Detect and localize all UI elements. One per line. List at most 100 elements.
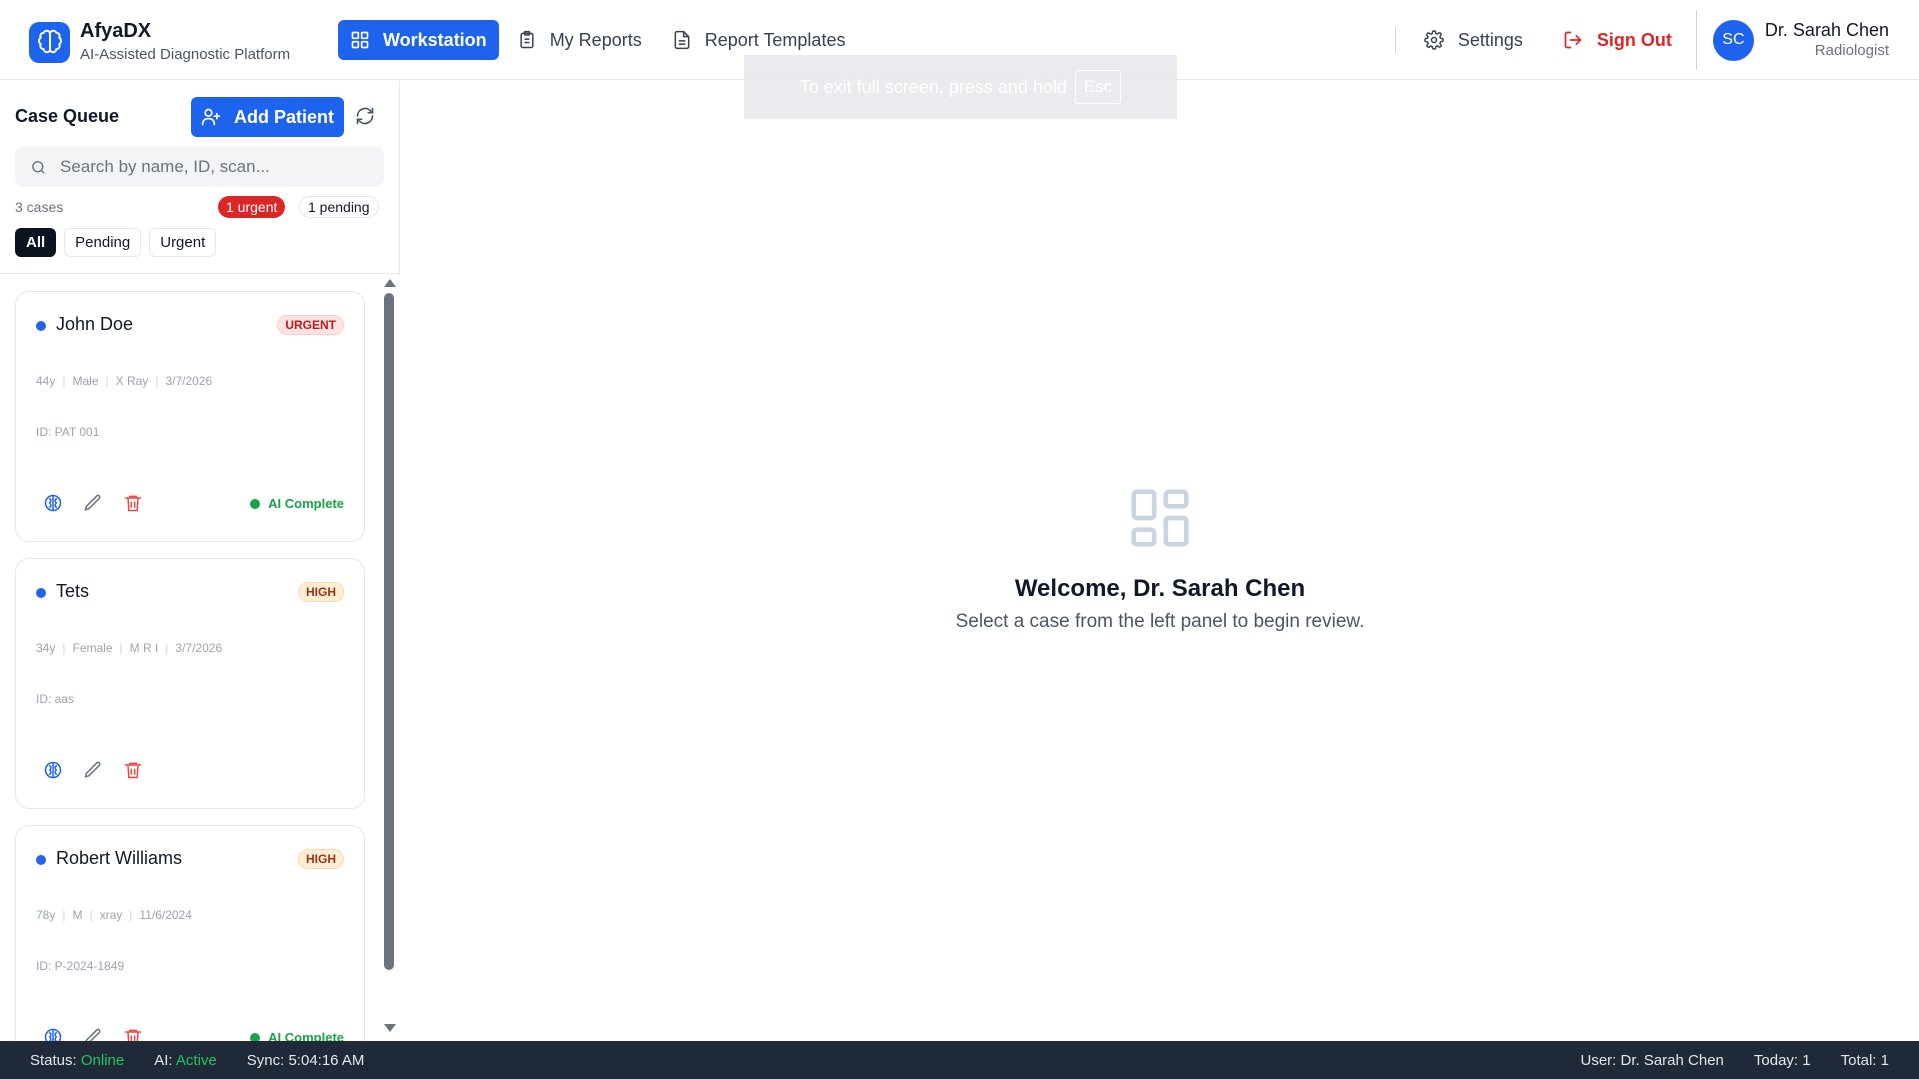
ai-status-dot <box>250 498 261 509</box>
status-dot <box>36 588 46 598</box>
priority-badge: HIGH <box>298 582 344 602</box>
document-icon <box>672 30 692 50</box>
status-bar: Status: Online AI: Active Sync: 5:04:16 … <box>0 1041 1919 1079</box>
brain-analyze-icon[interactable] <box>43 493 63 513</box>
filter-urgent[interactable]: Urgent <box>149 228 217 257</box>
ai-status: AI Complete <box>250 1030 344 1041</box>
patient-id: ID: P-2024-1849 <box>36 959 125 973</box>
status-dot <box>36 855 46 865</box>
case-queue-panel: Case Queue Add Patient 3 cases <box>0 81 400 1041</box>
pending-count-badge: 1 pending <box>299 196 379 218</box>
main-workspace: Welcome, Dr. Sarah Chen Select a case fr… <box>401 81 1919 1041</box>
nav-report-templates-label: Report Templates <box>704 29 846 50</box>
scan-type: M R I <box>129 641 159 655</box>
add-patient-label: Add Patient <box>233 106 334 127</box>
patient-name: Robert Williams <box>56 848 183 868</box>
ai-engine-status: AI: Active <box>154 1052 217 1069</box>
ai-status-dot <box>250 1032 261 1041</box>
sync-time: Sync: 5:04:16 AM <box>246 1051 365 1069</box>
scan-date: 3/7/2026 <box>165 374 213 388</box>
search-field[interactable] <box>15 147 384 187</box>
priority-badge: HIGH <box>298 849 344 869</box>
status-user: User: Dr. Sarah Chen <box>1580 1051 1724 1069</box>
priority-badge: URGENT <box>277 315 344 335</box>
case-card[interactable]: John Doe URGENT 44y | Male | X Ray | 3/7/20… <box>15 291 365 542</box>
edit-icon[interactable] <box>83 1027 103 1041</box>
refresh-icon[interactable] <box>355 106 375 126</box>
trash-icon[interactable] <box>123 493 143 513</box>
user-plus-icon <box>201 107 221 127</box>
settings-label: Settings <box>1457 29 1523 50</box>
brand-name: AfyaDX <box>80 20 152 42</box>
nav-workstation[interactable]: Workstation <box>338 20 499 60</box>
status-value: Online <box>80 1051 125 1069</box>
patient-id: ID: aas <box>36 692 75 706</box>
settings-button[interactable]: Settings <box>1414 30 1533 51</box>
brain-analyze-icon[interactable] <box>43 1027 63 1041</box>
brand[interactable]: AfyaDX AI-Assisted Diagnostic Platform <box>29 19 290 65</box>
main-nav: Workstation My Reports Report Templates <box>338 20 863 60</box>
patient-name: John Doe <box>56 314 134 334</box>
search-icon <box>30 159 47 176</box>
case-list: John Doe URGENT 44y | Male | X Ray | 3/7/20… <box>0 275 380 1041</box>
trash-icon[interactable] <box>123 760 143 780</box>
case-queue-title: Case Queue <box>15 106 120 126</box>
brain-logo-icon <box>29 21 70 63</box>
scrollbar-thumb[interactable] <box>384 293 394 970</box>
brain-analyze-icon[interactable] <box>43 760 63 780</box>
sign-out-label: Sign Out <box>1596 29 1672 50</box>
user-profile[interactable]: SC Dr. Sarah Chen Radiologist <box>1697 19 1919 61</box>
nav-my-reports[interactable]: My Reports <box>505 20 654 60</box>
nav-my-reports-label: My Reports <box>549 29 642 50</box>
scrollbar[interactable] <box>380 275 400 1041</box>
status-label: Status: <box>30 1051 77 1069</box>
search-input[interactable] <box>60 157 360 177</box>
fullscreen-toast: To exit full screen, press and hold Esc <box>744 55 1177 119</box>
edit-icon[interactable] <box>83 760 103 780</box>
case-card[interactable]: Tets HIGH 34y | Female | M R I | 3/7/2026 I… <box>15 558 365 809</box>
grid-icon <box>350 30 370 50</box>
scan-date: 3/7/2026 <box>175 641 223 655</box>
scroll-up-arrow[interactable] <box>384 279 396 287</box>
today-count: Today: 1 <box>1753 1051 1811 1069</box>
urgent-count-badge: 1 urgent <box>218 196 286 218</box>
welcome-title: Welcome, Dr. Sarah Chen <box>1014 575 1306 602</box>
add-patient-button[interactable]: Add Patient <box>191 97 344 137</box>
filter-group: All Pending Urgent <box>15 228 224 257</box>
ai-value: Active <box>175 1051 217 1069</box>
patient-sex: Female <box>72 641 113 655</box>
nav-workstation-label: Workstation <box>383 29 487 50</box>
clipboard-icon <box>517 30 537 50</box>
ai-status-label: AI Complete <box>268 496 344 511</box>
welcome-subtitle: Select a case from the left panel to beg… <box>955 611 1365 632</box>
patient-age: 44y <box>36 374 56 388</box>
fullscreen-toast-text: To exit full screen, press and hold <box>799 76 1067 97</box>
scan-type: xray <box>99 908 123 922</box>
patient-age: 34y <box>36 641 56 655</box>
ai-status-label: AI Complete <box>268 1030 344 1041</box>
sign-out-button[interactable]: Sign Out <box>1553 30 1682 51</box>
filter-pending[interactable]: Pending <box>64 228 142 257</box>
nav-report-templates[interactable]: Report Templates <box>660 20 858 60</box>
scan-type: X Ray <box>115 374 149 388</box>
patient-sex: Male <box>72 374 99 388</box>
patient-id: ID: PAT 001 <box>36 425 100 439</box>
trash-icon[interactable] <box>123 1027 143 1041</box>
edit-icon[interactable] <box>83 493 103 513</box>
dashboard-icon <box>401 483 1919 553</box>
total-count: Total: 1 <box>1840 1051 1889 1069</box>
patient-meta: 34y | Female | M R I | 3/7/2026 <box>36 641 223 655</box>
patient-meta: 78y | M | xray | 11/6/2024 <box>36 908 192 922</box>
patient-age: 78y <box>36 908 56 922</box>
header-divider <box>1394 27 1396 53</box>
user-role: Radiologist <box>1814 42 1889 59</box>
logout-icon <box>1563 30 1583 50</box>
case-count: 3 cases <box>15 199 64 215</box>
case-card[interactable]: Robert Williams HIGH 78y | M | xray | 11/6/… <box>15 825 365 1041</box>
scroll-down-arrow[interactable] <box>384 1024 396 1032</box>
ai-status: AI Complete <box>250 496 344 511</box>
esc-key-hint: Esc <box>1074 70 1122 104</box>
status-dot <box>36 321 46 331</box>
brand-subtitle: AI-Assisted Diagnostic Platform <box>80 46 291 63</box>
filter-all[interactable]: All <box>15 228 57 257</box>
